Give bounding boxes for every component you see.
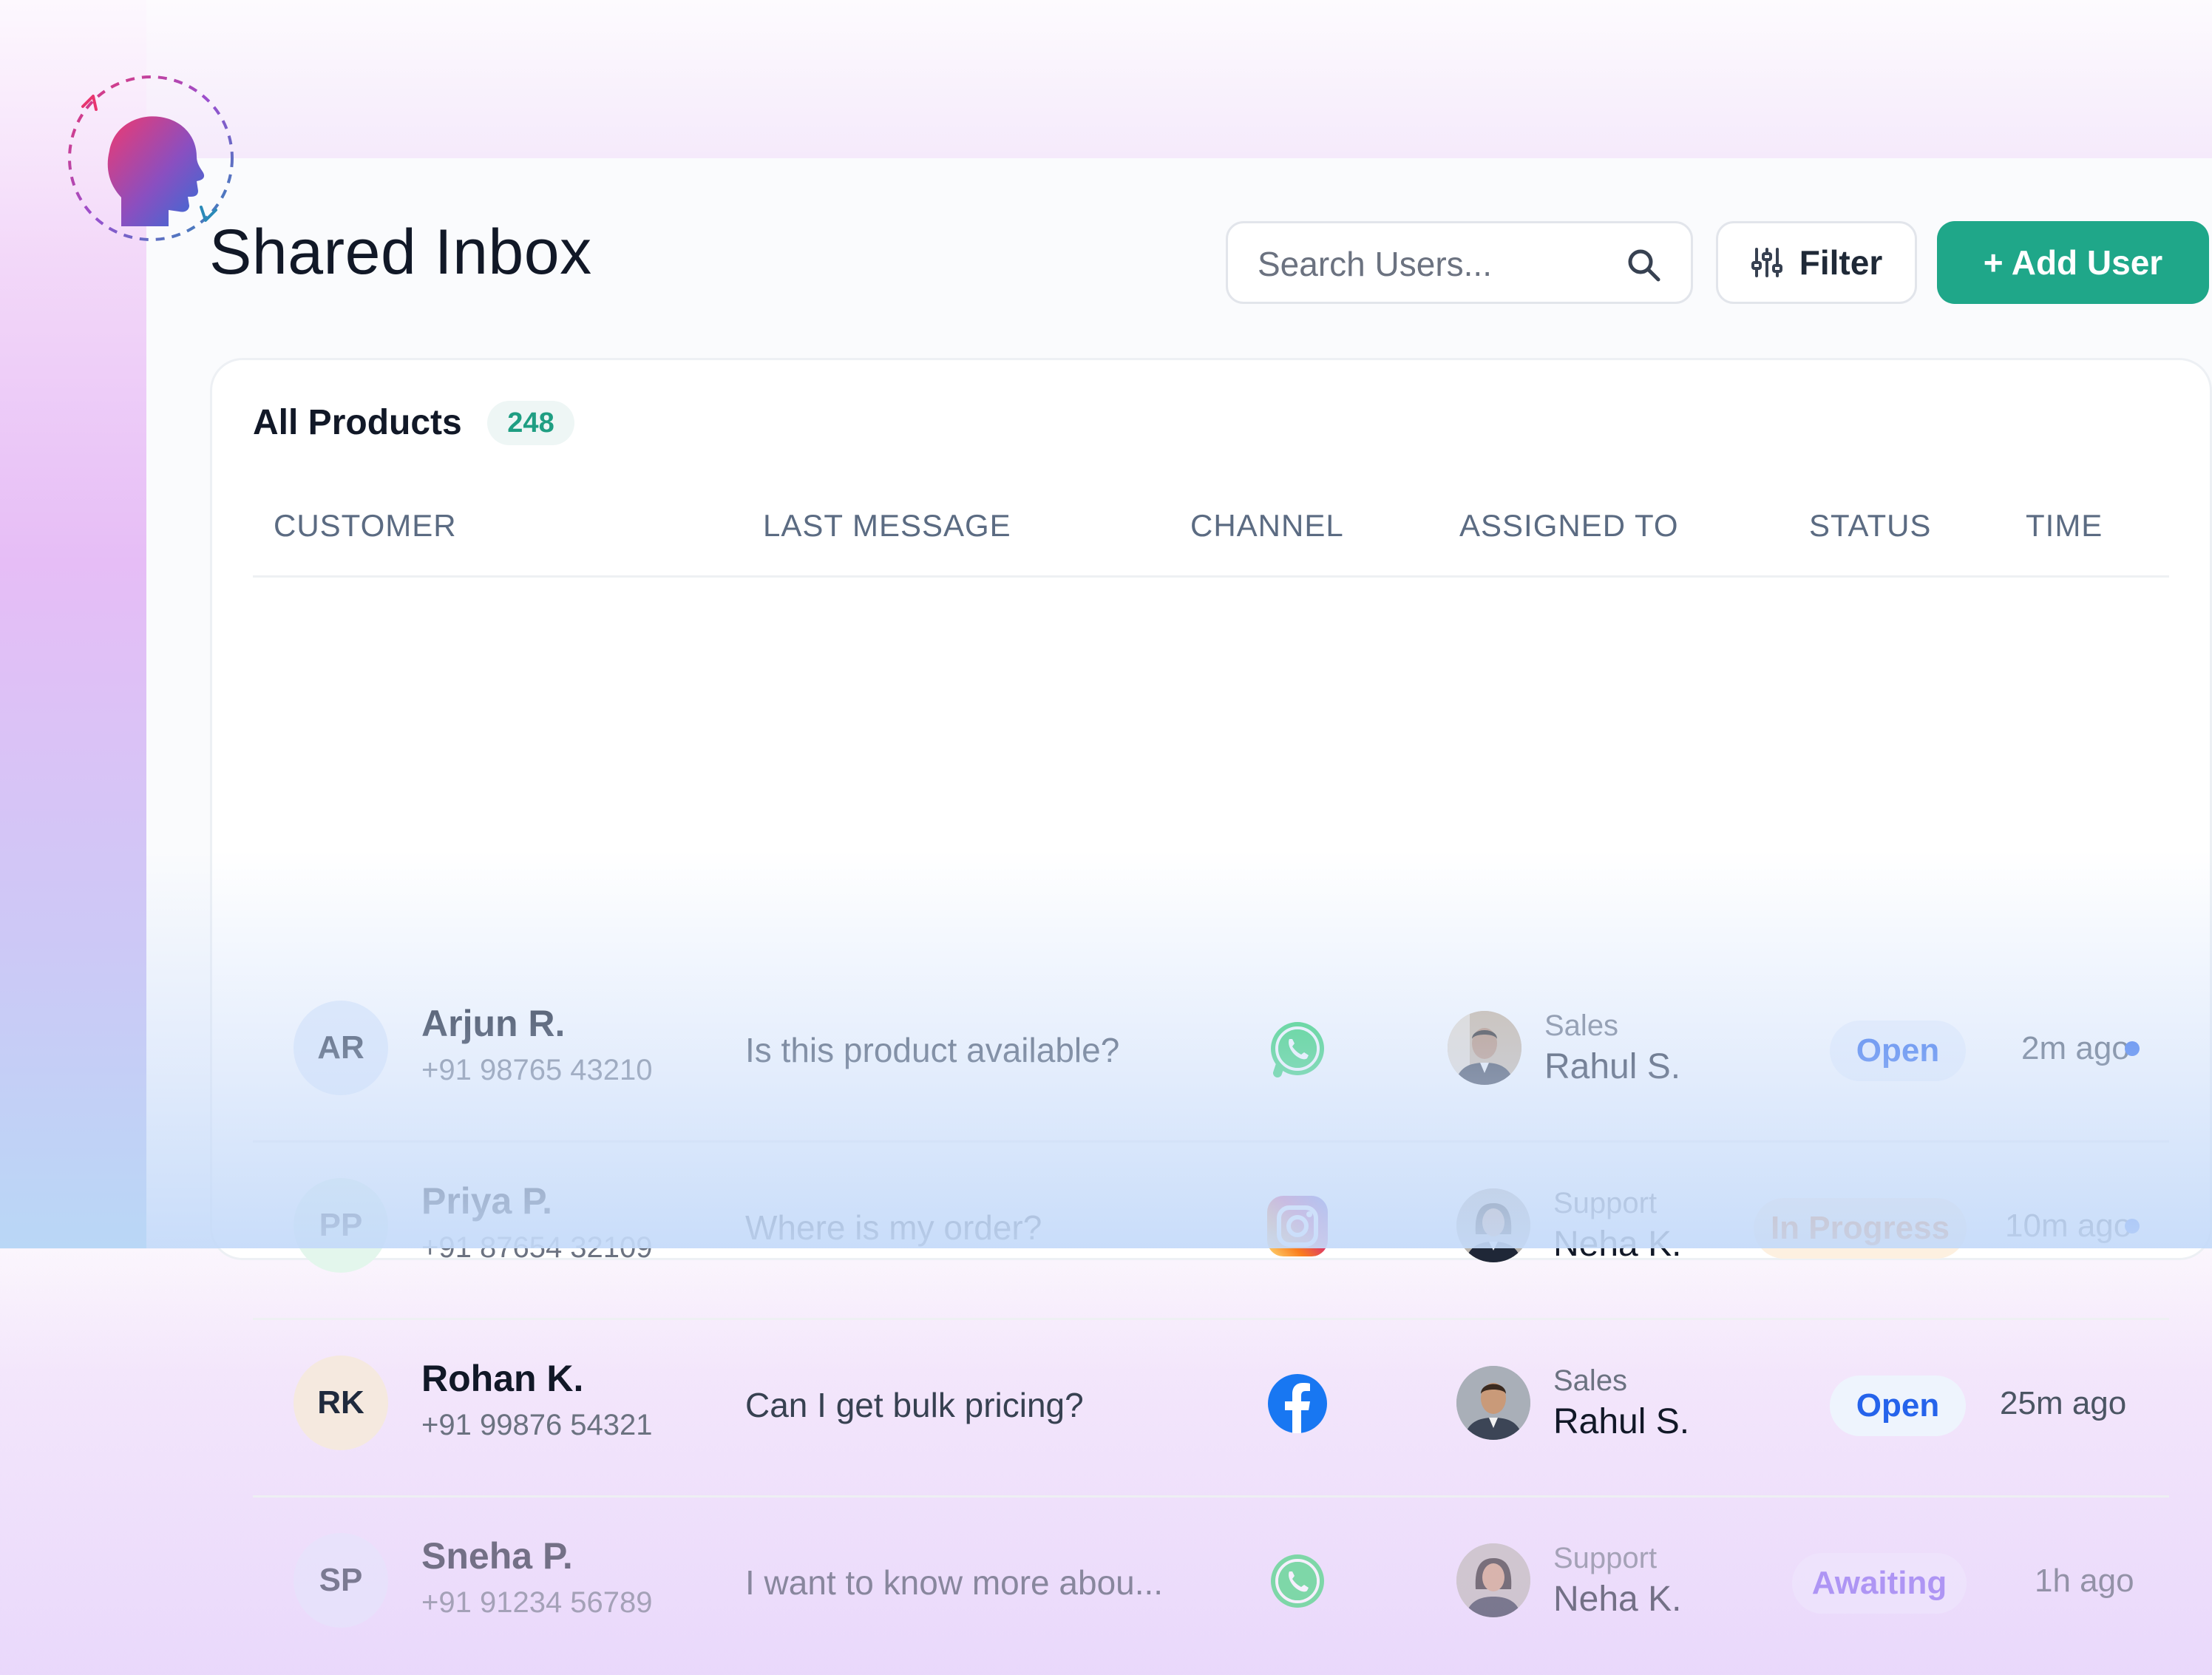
instagram-icon [1267,1196,1328,1256]
status-badge: Open [1830,1021,1966,1081]
column-header-assigned-to[interactable]: ASSIGNED TO [1459,508,1679,544]
agent-name: Neha K. [1553,1225,1682,1264]
column-header-time[interactable]: TIME [2026,508,2103,544]
filter-label: Filter [1799,243,1883,282]
customer-avatar: SP [294,1533,388,1628]
header-divider [253,575,2169,578]
agent-department: Sales [1553,1364,1628,1397]
agent-avatar [1456,1543,1530,1617]
time-label: 25m ago [2000,1385,2127,1421]
search-icon[interactable] [1626,247,1661,282]
search-box[interactable] [1226,221,1693,304]
whatsapp-icon [1271,1554,1324,1608]
customer-avatar: PP [294,1178,388,1273]
column-header-channel[interactable]: CHANNEL [1190,508,1344,544]
customer-phone: +91 98765 43210 [421,1054,653,1086]
last-message: Where is my order? [745,1208,1042,1247]
last-message: Can I get bulk pricing? [745,1386,1084,1424]
status-badge: Awaiting [1792,1553,1967,1614]
status-badge: In Progress [1754,1198,1967,1259]
inbox-card: All Products 248 CUSTOMER LAST MESSAGE C… [210,358,2212,1628]
customer-phone: +91 91234 56789 [421,1586,653,1619]
table-row[interactable]: RK Rohan K. +91 99876 54321 Can I get bu… [253,1320,2169,1498]
time-label: 2m ago [2021,1030,2130,1066]
agent-department: Support [1553,1187,1658,1219]
agent-name: Rahul S. [1544,1047,1681,1086]
table-row[interactable]: AR Arjun R. +91 98765 43210 Is this prod… [253,965,2169,1143]
time-label: 1h ago [2035,1563,2134,1599]
last-message: Is this product available? [745,1031,1120,1069]
top-banner [146,0,2212,158]
count-badge: 248 [487,401,574,445]
unread-indicator [2125,1219,2140,1234]
status-badge: Open [1830,1375,1966,1436]
customer-name: Rohan K. [421,1358,584,1399]
facebook-icon [1268,1374,1327,1433]
sliders-icon [1751,248,1782,277]
unread-indicator [2125,1041,2140,1056]
search-input[interactable] [1256,240,1614,288]
table-row[interactable]: SP Sneha P. +91 91234 56789 I want to kn… [253,1498,2169,1675]
time-label: 10m ago [2005,1208,2132,1244]
add-user-button[interactable]: + Add User [1937,221,2209,304]
customer-avatar: RK [294,1356,388,1450]
card-title: All Products [253,403,462,442]
column-header-last-message[interactable]: LAST MESSAGE [763,508,1011,544]
filter-button[interactable]: Filter [1716,221,1917,304]
agent-department: Support [1553,1542,1658,1574]
column-header-customer[interactable]: CUSTOMER [274,508,457,544]
page-title: Shared Inbox [209,217,592,288]
customer-phone: +91 99876 54321 [421,1409,653,1441]
table-row[interactable]: PP Priya P. +91 87654 32109 Where is my … [253,1143,2169,1320]
last-message: I want to know more abou... [745,1563,1164,1602]
agent-avatar [1456,1188,1530,1262]
agent-avatar [1448,1011,1521,1085]
agent-department: Sales [1544,1009,1619,1042]
customer-name: Sneha P. [421,1535,573,1577]
customer-name: Priya P. [421,1180,553,1222]
column-header-status[interactable]: STATUS [1809,508,1931,544]
whatsapp-icon [1271,1022,1324,1077]
agent-avatar [1456,1366,1530,1440]
agent-name: Rahul S. [1553,1402,1690,1441]
agent-name: Neha K. [1553,1580,1682,1619]
customer-avatar: AR [294,1001,388,1095]
customer-name: Arjun R. [421,1003,566,1044]
